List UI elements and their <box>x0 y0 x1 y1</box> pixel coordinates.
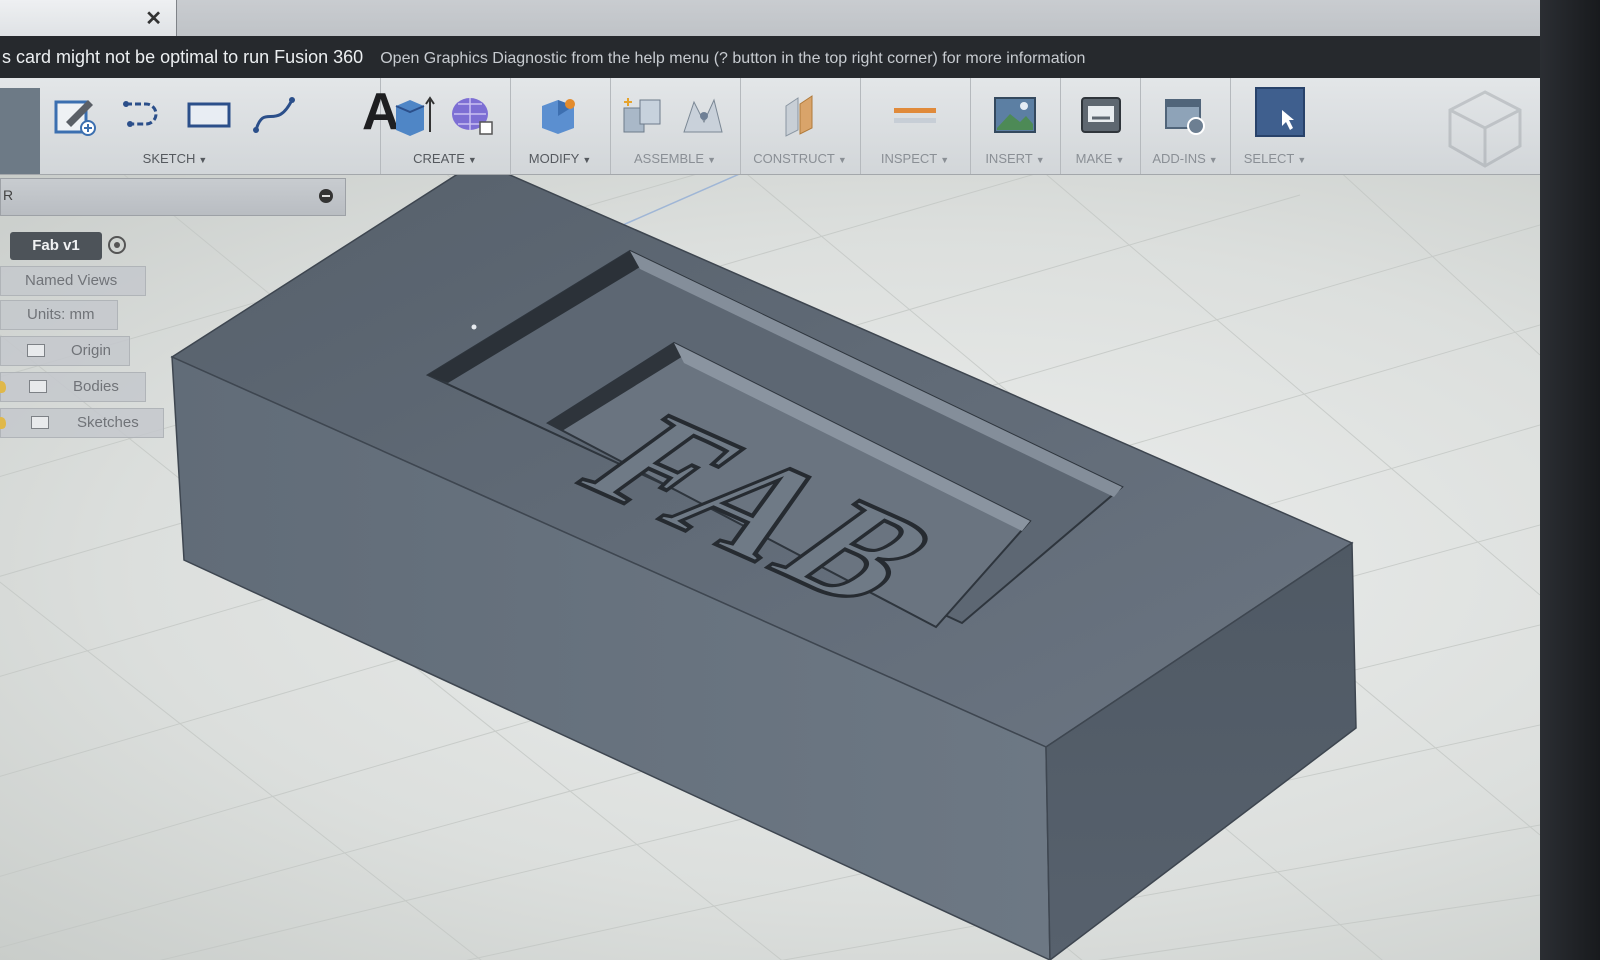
press-pull-icon[interactable] <box>536 92 582 138</box>
visibility-bulb-icon[interactable] <box>0 417 6 429</box>
tree-item-named-views[interactable]: Named Views <box>0 266 146 296</box>
inspect-caret-icon: ▼ <box>940 155 950 165</box>
document-name: Fab v1 <box>10 232 102 260</box>
insert-caret-icon: ▼ <box>1035 155 1045 165</box>
create-caret-icon: ▼ <box>467 155 477 165</box>
construct-caret-icon: ▼ <box>837 155 847 165</box>
select-menu[interactable]: SELECT ▼ <box>1230 151 1320 166</box>
view-cube-icon[interactable] <box>1440 84 1530 174</box>
assemble-label: ASSEMBLE <box>633 151 705 166</box>
joint-icon[interactable] <box>680 92 726 138</box>
tree-item-bodies[interactable]: Bodies <box>0 372 146 402</box>
tree-item-label: Named Views <box>25 272 118 289</box>
addins-label: ADD-INS <box>1152 151 1206 166</box>
browser-panel: R Fab v1 Named Views Units: mm Origin Bo… <box>0 178 350 448</box>
3d-print-icon[interactable] <box>1078 92 1124 138</box>
visibility-bulb-icon[interactable] <box>0 381 6 393</box>
construct-label: CONSTRUCT <box>753 151 835 166</box>
warning-message: s card might not be optimal to run Fusio… <box>2 47 364 67</box>
insert-image-icon[interactable] <box>992 92 1038 138</box>
form-icon[interactable] <box>450 92 496 138</box>
browser-title: R <box>3 187 14 203</box>
insert-group: INSERT ▼ <box>970 78 1061 174</box>
tree-item-label: Units: mm <box>27 306 95 323</box>
construct-menu[interactable]: CONSTRUCT ▼ <box>740 151 860 166</box>
create-sketch-icon[interactable] <box>52 92 98 138</box>
browser-header[interactable]: R <box>0 178 346 216</box>
new-component-icon[interactable] <box>620 92 666 138</box>
inspect-menu[interactable]: INSPECT ▼ <box>860 151 970 166</box>
tree-item-label: Bodies <box>73 378 119 395</box>
graphics-warning-banner: s card might not be optimal to run Fusio… <box>0 36 1540 78</box>
make-label: MAKE <box>1075 151 1113 166</box>
sketch-label: SKETCH <box>142 151 196 166</box>
make-caret-icon: ▼ <box>1115 155 1125 165</box>
modify-menu[interactable]: MODIFY ▼ <box>510 151 610 166</box>
select-icon[interactable] <box>1254 86 1306 138</box>
make-menu[interactable]: MAKE ▼ <box>1060 151 1140 166</box>
create-menu[interactable]: CREATE ▼ <box>380 151 510 166</box>
document-tab[interactable]: ✕ <box>0 0 177 36</box>
arc-tool-icon[interactable] <box>120 92 166 138</box>
collapse-browser-icon[interactable] <box>319 189 333 203</box>
create-group: CREATE ▼ <box>380 78 511 174</box>
folder-icon <box>27 344 45 357</box>
folder-icon <box>31 416 49 429</box>
main-toolbar: A SKETCH ▼ CREATE ▼ MODIFY ▼ ASSEMBLE ▼ … <box>0 78 1540 175</box>
modify-group: MODIFY ▼ <box>510 78 611 174</box>
document-tab-strip: ✕ <box>0 0 1540 37</box>
select-label: SELECT <box>1243 151 1295 166</box>
assemble-group: ASSEMBLE ▼ <box>610 78 741 174</box>
assemble-menu[interactable]: ASSEMBLE ▼ <box>610 151 740 166</box>
sketch-group: A SKETCH ▼ <box>40 78 400 174</box>
construct-group: CONSTRUCT ▼ <box>740 78 861 174</box>
select-caret-icon: ▼ <box>1297 155 1307 165</box>
addins-caret-icon: ▼ <box>1208 155 1218 165</box>
offset-plane-icon[interactable] <box>778 92 824 138</box>
tree-item-sketches[interactable]: Sketches <box>0 408 164 438</box>
spline-tool-icon[interactable] <box>252 92 298 138</box>
tree-item-units[interactable]: Units: mm <box>0 300 118 330</box>
inspect-group: INSPECT ▼ <box>860 78 971 174</box>
tree-item-origin[interactable]: Origin <box>0 336 130 366</box>
assemble-caret-icon: ▼ <box>707 155 716 165</box>
insert-menu[interactable]: INSERT ▼ <box>970 151 1060 166</box>
activate-radio-icon[interactable] <box>108 236 126 254</box>
monitor-bezel <box>1540 0 1600 960</box>
select-group: SELECT ▼ <box>1230 78 1320 174</box>
insert-label: INSERT <box>985 151 1033 166</box>
fusion360-window: ✕ s card might not be optimal to run Fus… <box>0 0 1600 960</box>
graphics-diagnostic-hint[interactable]: Open Graphics Diagnostic from the help m… <box>380 50 1085 67</box>
scripts-addins-icon[interactable] <box>1162 92 1208 138</box>
extrude-icon[interactable] <box>390 92 436 138</box>
close-tab-icon[interactable]: ✕ <box>145 6 162 31</box>
modify-label: MODIFY <box>528 151 580 166</box>
folder-icon <box>29 380 47 393</box>
sketch-menu[interactable]: SKETCH ▼ <box>0 151 380 166</box>
tree-item-label: Origin <box>71 342 112 359</box>
tree-root-document[interactable]: Fab v1 <box>0 232 140 260</box>
tree-item-label: Sketches <box>77 414 139 431</box>
rectangle-tool-icon[interactable] <box>186 92 232 138</box>
modify-caret-icon: ▼ <box>582 155 592 165</box>
inspect-label: INSPECT <box>880 151 938 166</box>
make-group: MAKE ▼ <box>1060 78 1141 174</box>
addins-group: ADD-INS ▼ <box>1140 78 1231 174</box>
sketch-caret-icon: ▼ <box>198 155 208 165</box>
measure-icon[interactable] <box>892 92 938 138</box>
addins-menu[interactable]: ADD-INS ▼ <box>1140 151 1230 166</box>
create-label: CREATE <box>413 151 465 166</box>
